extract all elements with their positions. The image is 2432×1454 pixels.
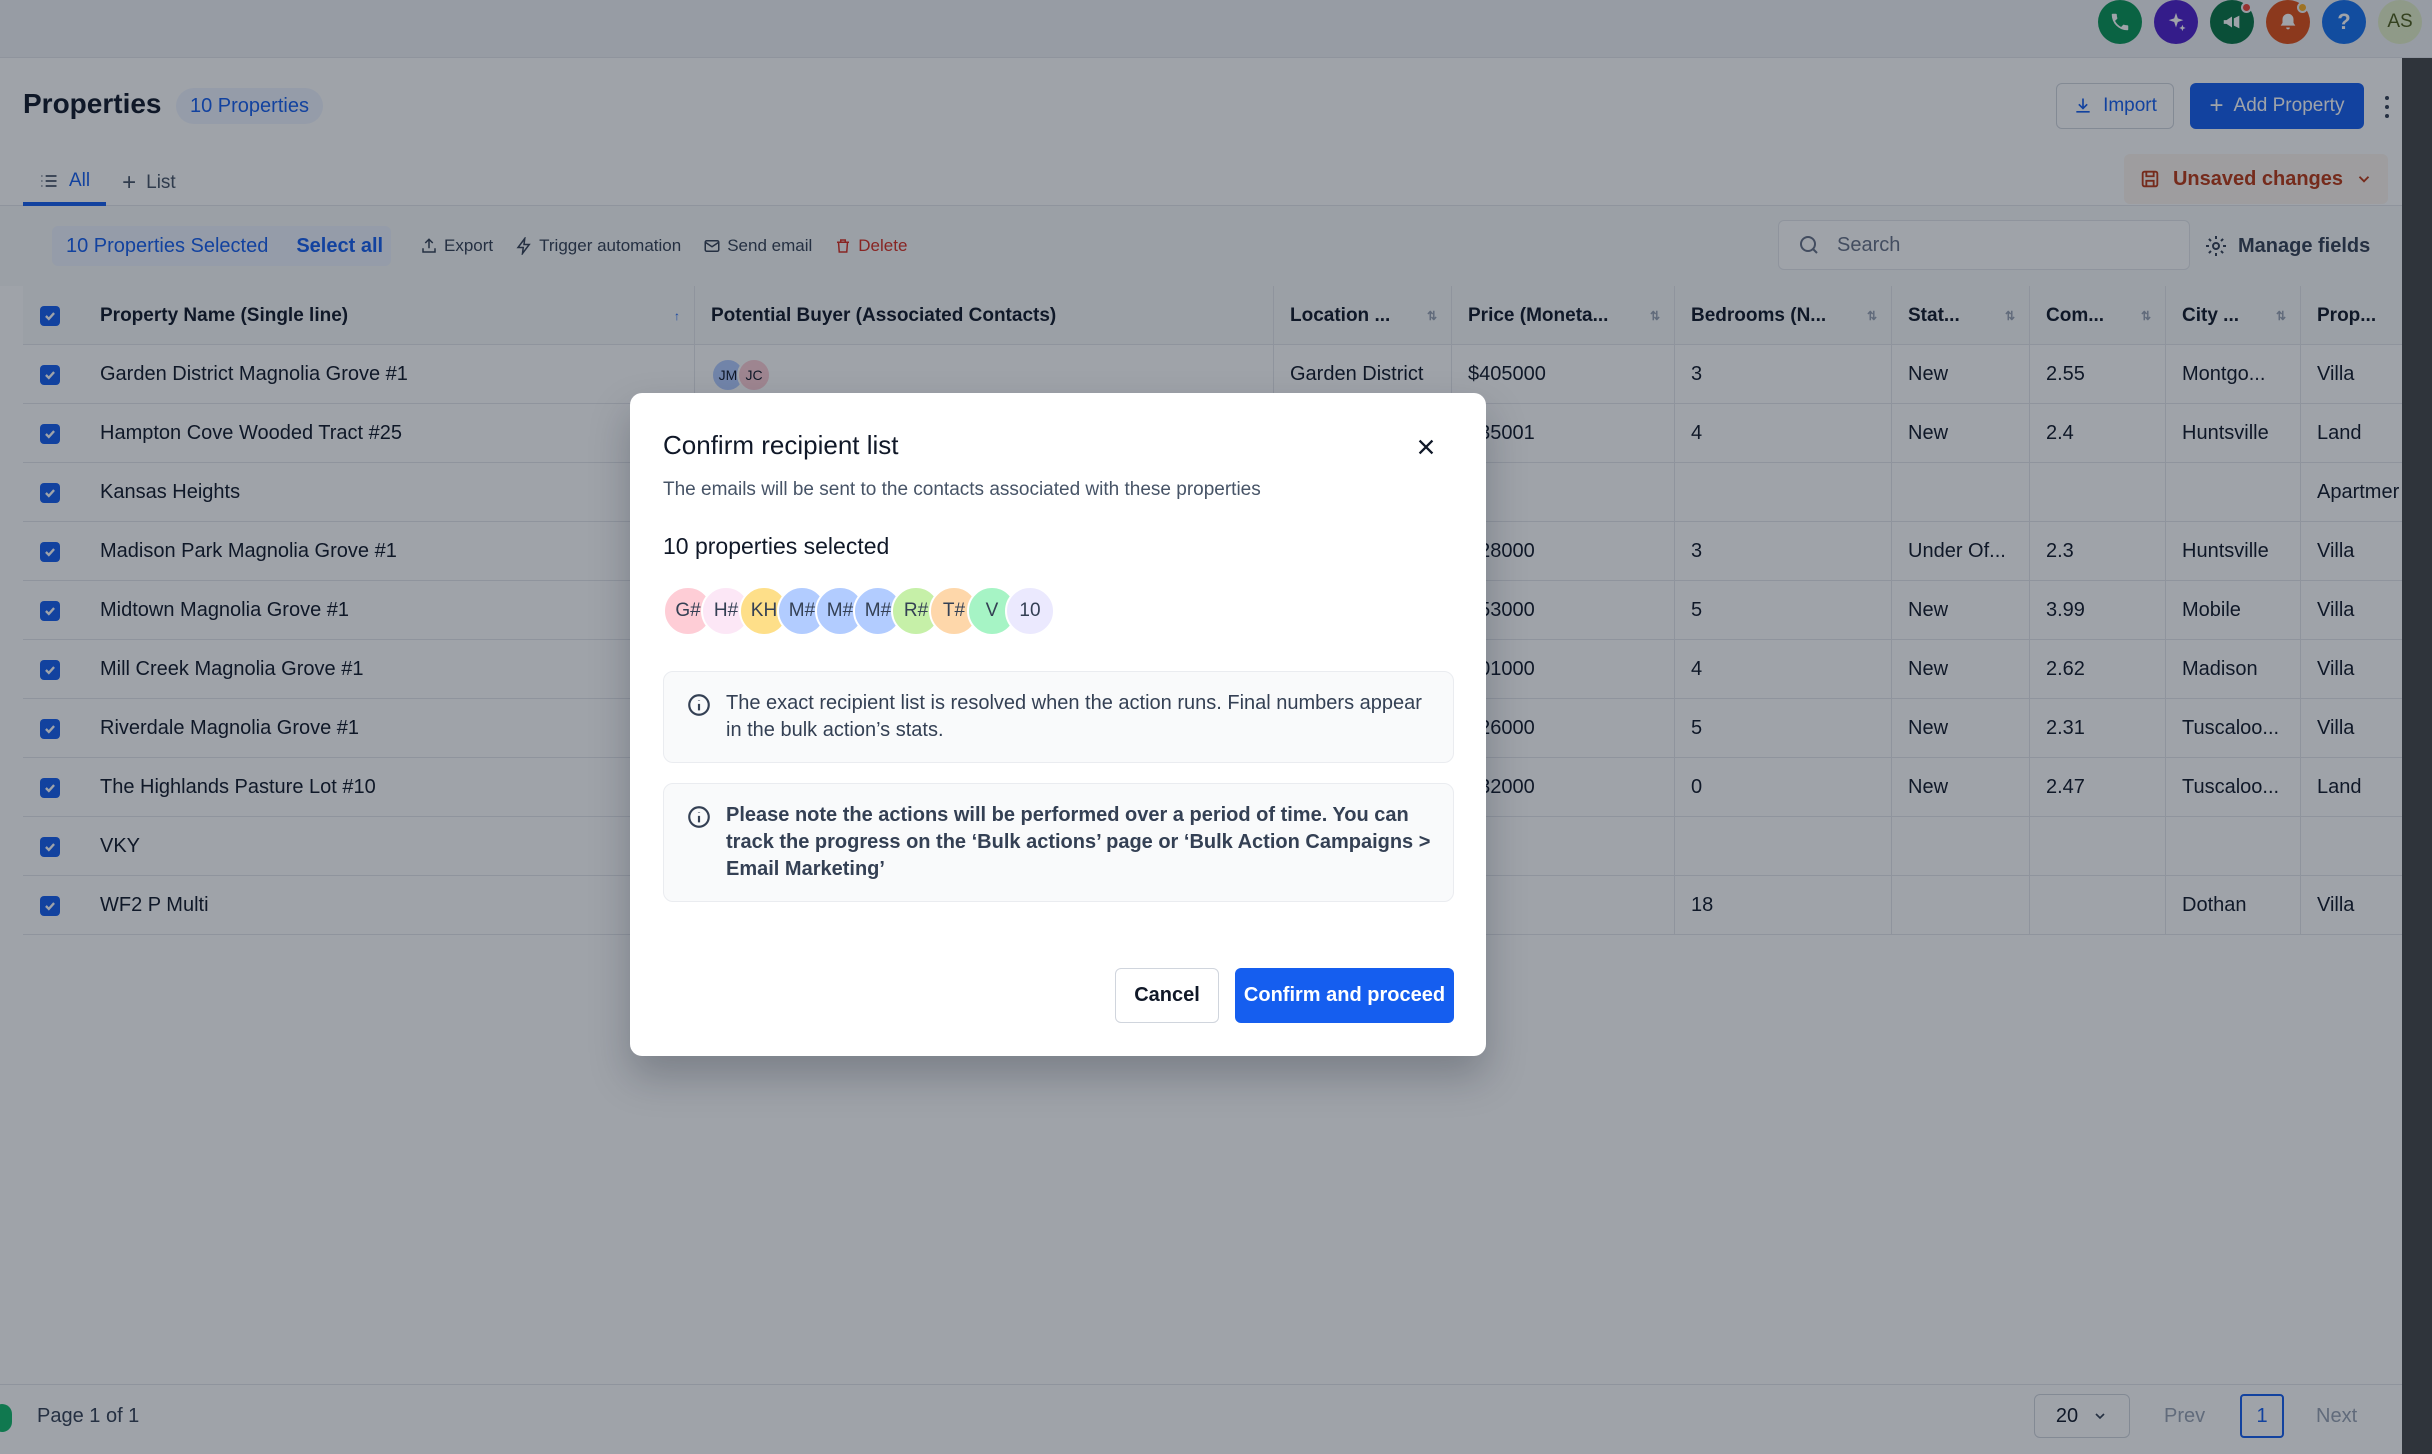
info-icon [688, 806, 710, 828]
selected-properties-count: 10 properties selected [663, 533, 890, 559]
info-icon [688, 694, 710, 716]
info-box-progress: Please note the actions will be performe… [663, 783, 1454, 902]
confirm-proceed-button[interactable]: Confirm and proceed [1235, 968, 1454, 1023]
side-panel-edge [2402, 58, 2432, 1454]
modal-subtitle: The emails will be sent to the contacts … [663, 479, 1261, 500]
close-icon[interactable] [1412, 433, 1440, 461]
confirm-recipient-modal: Confirm recipient list The emails will b… [630, 393, 1486, 1056]
info-text-progress: Please note the actions will be performe… [726, 804, 1431, 880]
more-recipients-badge: 10 [1005, 586, 1055, 636]
recipient-avatar-stack: G# H# KH M# M# M# R# T# V 10 [663, 586, 1055, 636]
modal-title: Confirm recipient list [663, 430, 899, 460]
info-box-resolution: The exact recipient list is resolved whe… [663, 671, 1454, 763]
cancel-button[interactable]: Cancel [1115, 968, 1219, 1023]
info-text-resolution: The exact recipient list is resolved whe… [726, 692, 1422, 741]
